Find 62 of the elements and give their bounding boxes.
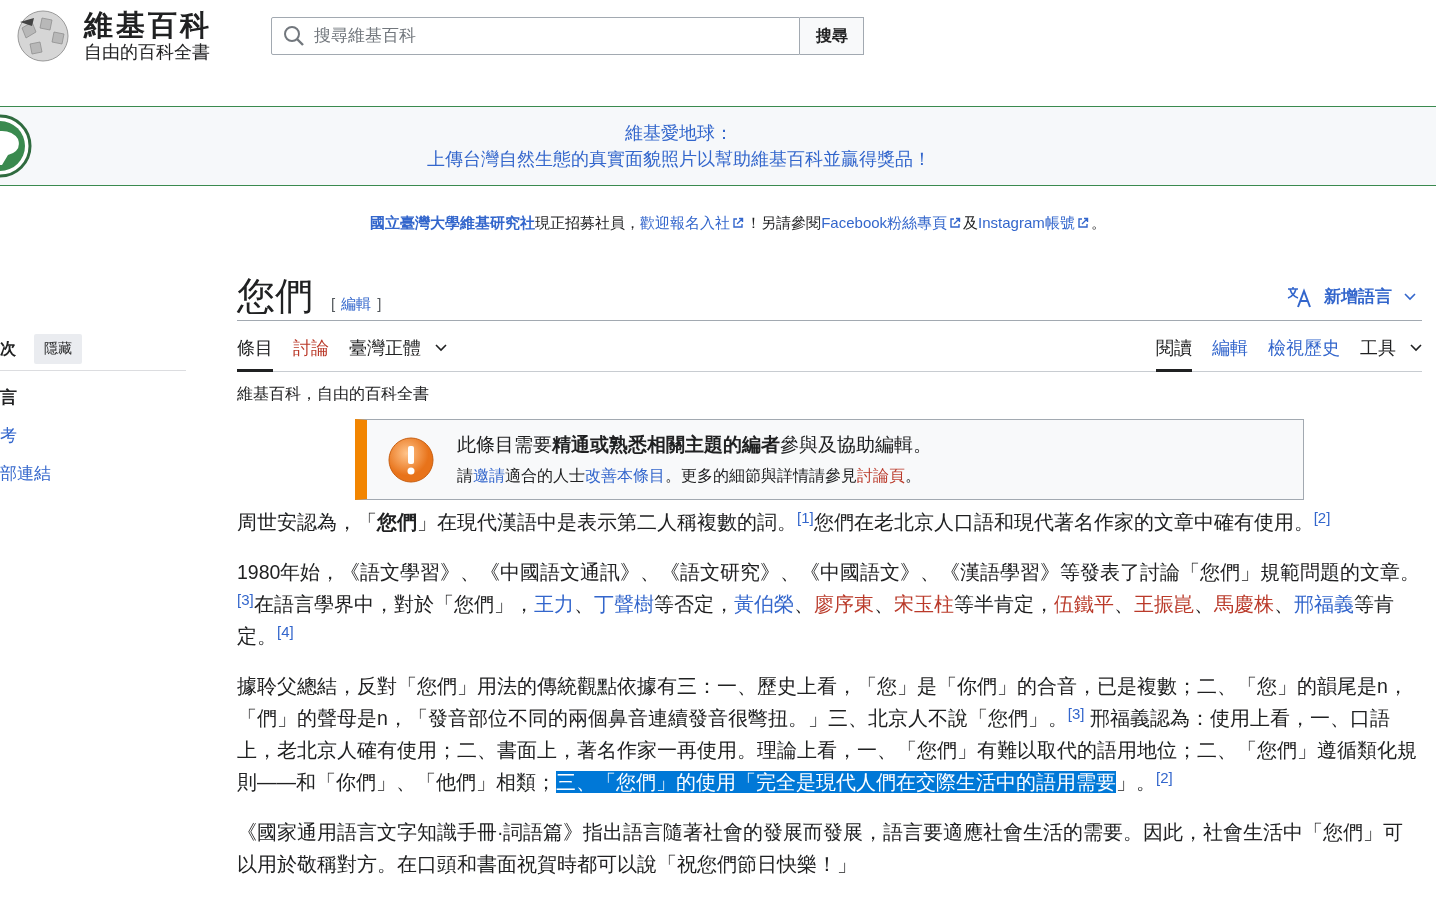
reference-link[interactable]: [2] — [1156, 769, 1173, 786]
toc-item[interactable]: 考 — [0, 417, 17, 455]
paragraph: 《國家通用語言文字知識手冊·詞語篇》指出語言隨著社會的發展而發展，語言要適應社會生活的需要。因此，社會生活中「您們」可以用於敬稱對方。在口頭和書面祝賀時都可以說「祝您們節日快樂！」 — [237, 820, 1405, 877]
search-field[interactable]: 搜尋維基百科 — [271, 17, 800, 55]
link[interactable]: 丁聲樹 — [593, 593, 654, 615]
page-title: 您們 — [237, 274, 313, 318]
external-link[interactable]: 歡迎報名入社 — [640, 214, 731, 231]
reference-link[interactable]: [2] — [1313, 509, 1331, 526]
reference-link[interactable]: [4] — [277, 623, 294, 640]
link[interactable]: 黃伯榮 — [733, 593, 794, 615]
logo-tagline: 自由的百科全書 — [84, 41, 211, 63]
tab[interactable]: 檢視歷史 — [1268, 321, 1340, 372]
external-link-icon — [1076, 217, 1089, 229]
banner-link[interactable]: 維基愛地球： — [625, 121, 733, 145]
paragraph: 據聆父總結，反對「您們」用法的傳統觀點依據有三：一、歷史上看，「您」是「你們」的合音，已是複數；二、「您」的韻尾是n，「們」的聲母是n，「發音部位不同的兩個鼻音連續發音很彆扭。」三、北京人不說「您們」。$^{[3]}$ 邢福義認為：使用上看，一、口語上，老北京人確有使用；二、書面上，著名作家一再使用。理論上看，一、「您們」有難以取代的語用地位；二、「您們」遵循類化規則——和「你們」、「他們」相類；三、「您們」的使用「完全是現代人們在交際生活中的語用需要」。$^{[2]}$ — [237, 674, 1418, 795]
search-icon — [283, 25, 305, 47]
link[interactable]: 討論頁 — [857, 467, 905, 484]
external-link[interactable]: Instagram帳號 — [978, 214, 1075, 231]
translate-icon — [1286, 285, 1312, 308]
edit-section-link[interactable]: 編輯 — [341, 295, 372, 314]
chevron-down-icon — [435, 344, 447, 352]
tab[interactable]: 編輯 — [1212, 321, 1248, 372]
external-link[interactable]: Facebook粉絲專頁 — [821, 214, 948, 231]
site-tagline: 維基百科，自由的百科全書 — [237, 384, 430, 404]
hide-button[interactable]: 隱藏 — [34, 334, 82, 364]
message-text: 此條目需要精通或熟悉相關主題的編者參與及協助編輯。 — [457, 433, 932, 457]
paragraph: 周世安認為，「您們」在現代漢語中是表示第二人稱複數的詞。$^{[1]}$您們在老北京人口語和現代著名作家的文章中確有使用。$^{[2]}$ — [237, 508, 1332, 535]
link[interactable]: 王力 — [533, 593, 574, 615]
paragraph: 1980年始，《語文學習》、《中國語文通訊》、《語文研究》、《中國語文》、《漢語學習》等發表了討論「您們」規範問題的文章。 $^{[3]}$在語言學界中，對於「您們」，王力、丁聲樹等否定，黃伯榮、廖序東、宋玉柱等半肯定，伍鐵平、王振崑、馬慶株、邢福義等肯定。$^{[4]}$ — [237, 560, 1422, 649]
dropdown-tab[interactable]: 工具 — [1360, 321, 1422, 372]
link[interactable]: 王振崑 — [1133, 593, 1194, 615]
bracket: ] — [377, 295, 382, 312]
toc-title: 次 — [0, 338, 16, 359]
message-hint: 請邀請適合的人士改善本條目。更多的細節與詳情請參見討論頁。 — [457, 466, 922, 486]
link[interactable]: 邢福義 — [1293, 593, 1354, 615]
logo-wordmark[interactable]: 維基百科 — [84, 9, 212, 41]
link[interactable]: 邀請 — [473, 467, 505, 484]
external-link-icon — [732, 217, 745, 229]
chevron-down-icon — [1404, 292, 1416, 301]
banner-link[interactable]: 上傳台灣自然生態的真實面貌照片以幫助維基百科並贏得獎品！ — [427, 147, 931, 171]
tab[interactable]: 討論 — [293, 321, 329, 372]
link[interactable]: 改善本條目 — [585, 467, 665, 484]
link[interactable]: 伍鐵平 — [1053, 593, 1114, 615]
notice-text: 國立臺灣大學維基研究社現正招募社員，歡迎報名入社 ！另請參閱Facebook粉絲專頁 及Instagram帳號 。 — [369, 213, 1107, 233]
chevron-down-icon — [1410, 344, 1422, 352]
link[interactable]: 馬慶株 — [1213, 593, 1274, 615]
reference-link[interactable]: [3] — [1067, 705, 1085, 722]
exclamation-icon — [387, 435, 435, 484]
reference-link[interactable]: [1] — [797, 509, 814, 526]
bracket: [ — [331, 295, 336, 312]
tab[interactable]: 閱讀 — [1156, 321, 1192, 372]
reference-link[interactable]: [3] — [237, 591, 254, 608]
dropdown-tab[interactable]: 臺灣正體 — [349, 321, 447, 372]
link[interactable]: 國立臺灣大學維基研究社 — [370, 214, 536, 231]
toc-item[interactable]: 部連結 — [0, 455, 51, 493]
tab[interactable]: 條目 — [237, 321, 273, 372]
link[interactable]: 宋玉柱 — [893, 593, 954, 615]
toc-item[interactable]: 言 — [0, 379, 17, 417]
external-link-icon — [949, 217, 962, 229]
link[interactable]: 廖序東 — [813, 593, 874, 615]
search-button[interactable]: 搜尋 — [800, 17, 864, 55]
add-language-button[interactable]: 新增語言 — [1286, 285, 1422, 318]
